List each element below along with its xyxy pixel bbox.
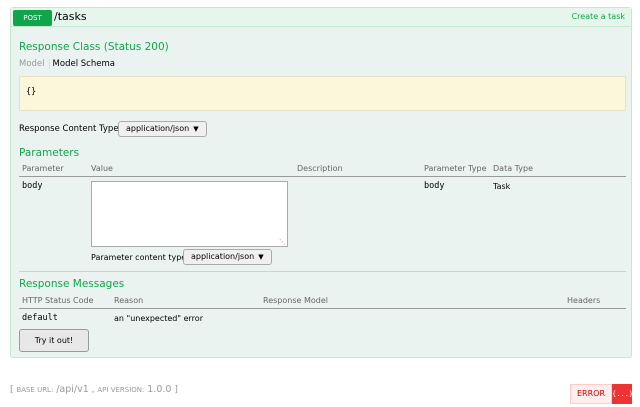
- parameters-heading: Parameters: [19, 147, 80, 159]
- param-col-parameter: Parameter: [22, 164, 64, 173]
- api-info-footer: [ BASE URL: /api/v1 , API VERSION: 1.0.0…: [10, 384, 178, 395]
- chevron-down-icon: ▼: [258, 253, 264, 261]
- response-class-heading: Response Class (Status 200): [19, 41, 169, 53]
- base-url-label: BASE URL:: [16, 386, 54, 394]
- footer-open-bracket: [: [10, 385, 14, 395]
- response-content-type-label: Response Content Type: [19, 124, 119, 134]
- param-col-parameter-type: Parameter Type: [424, 164, 487, 173]
- resize-handle-icon[interactable]: ⋱: [279, 239, 286, 246]
- param-content-type-value: application/json: [191, 252, 255, 261]
- resp-col-headers: Headers: [567, 296, 601, 305]
- param-body-textarea[interactable]: ⋱: [91, 181, 288, 247]
- param-data-type[interactable]: Task: [493, 182, 510, 191]
- api-version-label: API VERSION:: [97, 386, 145, 394]
- resp-col-response-model: Response Model: [263, 296, 328, 305]
- http-method-badge[interactable]: POST: [13, 10, 52, 26]
- operation-panel: POST /tasks Create a task Response Class…: [10, 7, 632, 358]
- param-col-description: Description: [297, 164, 343, 173]
- param-col-value: Value: [91, 164, 113, 173]
- resp-col-reason: Reason: [114, 296, 144, 305]
- operation-header[interactable]: POST /tasks Create a task: [11, 8, 631, 27]
- validator-error-badge[interactable]: ERROR: [570, 384, 612, 404]
- resp-reason: an "unexpected" error: [114, 314, 203, 323]
- api-version-value: 1.0.0: [147, 384, 172, 395]
- base-url-value: /api/v1: [56, 384, 89, 395]
- validator-error-icon[interactable]: {...}: [612, 384, 633, 404]
- schema-text: {}: [26, 87, 37, 97]
- resp-status-code: default: [22, 313, 58, 323]
- param-type: body: [424, 181, 445, 191]
- footer-close-bracket: ]: [174, 385, 178, 395]
- response-content-type-value: application/json: [126, 124, 190, 133]
- resp-col-status-code: HTTP Status Code: [22, 296, 94, 305]
- model-schema-box: {}: [19, 76, 626, 111]
- chevron-down-icon: ▼: [193, 125, 199, 133]
- model-tabs: Model Model Schema: [19, 59, 115, 70]
- param-header-divider: [19, 176, 626, 177]
- try-it-out-button[interactable]: Try it out!: [19, 329, 89, 352]
- param-row-divider: [19, 271, 626, 272]
- response-content-type-select[interactable]: application/json ▼: [118, 121, 207, 137]
- operation-summary-link[interactable]: Create a task: [572, 11, 625, 23]
- response-messages-heading: Response Messages: [19, 278, 125, 290]
- param-col-data-type: Data Type: [493, 164, 534, 173]
- tab-model[interactable]: Model: [19, 59, 50, 69]
- footer-separator: ,: [91, 385, 95, 395]
- param-content-type-label: Parameter content type:: [91, 253, 189, 262]
- endpoint-path[interactable]: /tasks: [54, 9, 87, 25]
- param-name: body: [22, 181, 43, 191]
- tab-model-schema[interactable]: Model Schema: [50, 59, 115, 69]
- param-content-type-select[interactable]: application/json ▼: [183, 249, 272, 265]
- resp-header-divider: [19, 308, 626, 309]
